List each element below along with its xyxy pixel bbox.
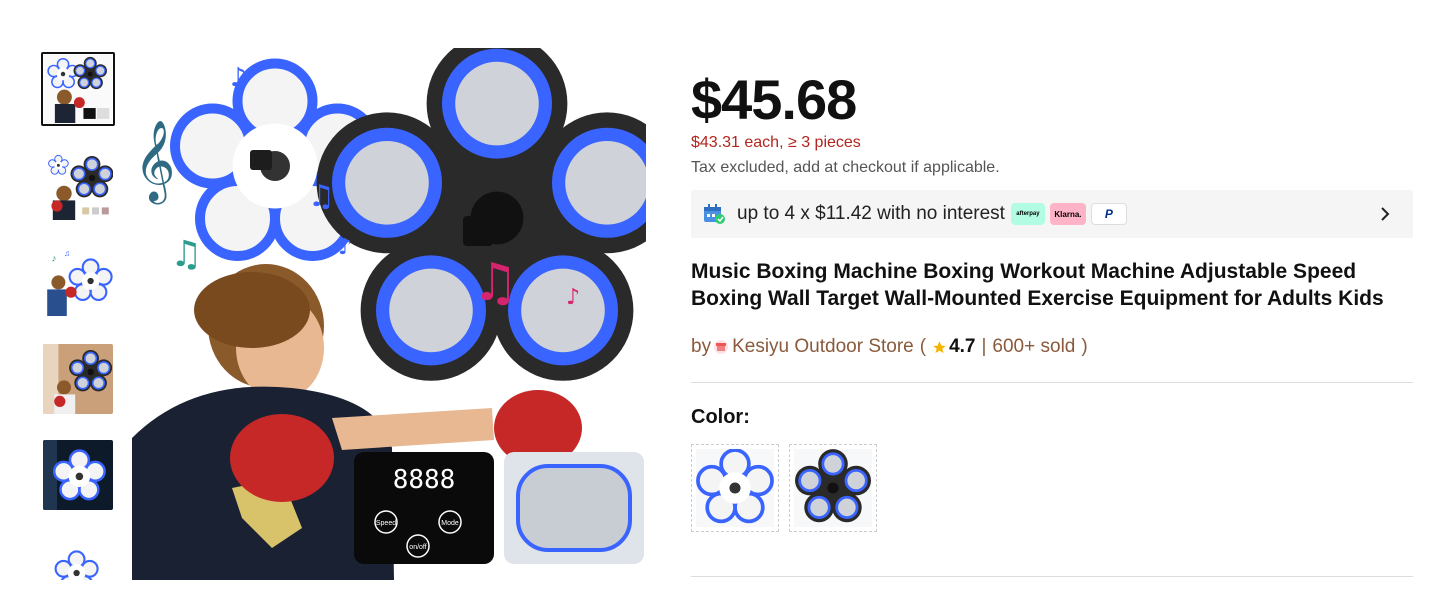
thumbnail-3[interactable]: ♪ ♫ [43,246,113,316]
klarna-logo: Klarna. [1049,203,1086,225]
svg-text:♪: ♪ [338,235,352,260]
rating-value: 4.7 [949,336,976,357]
svg-text:♪: ♪ [51,253,56,264]
installment-text: up to 4 x $11.42 with no interest [737,203,1005,224]
star-icon [933,340,946,353]
svg-text:♫: ♫ [308,179,335,214]
speed-label: Speed [376,520,396,527]
thumbnail-2[interactable] [43,150,113,220]
bulk-price: $43.31 each, ≥ 3 pieces [691,134,861,151]
display-digits: 8888 [393,465,456,495]
color-swatch-black[interactable] [789,444,877,532]
afterpay-logo: afterpay [1010,203,1045,225]
main-product-image[interactable]: 𝄞 ♪ ♫ ♫ ♪ ♫ ♪ 8888 Speed Mode on/off [132,48,646,580]
tax-note: Tax excluded, add at checkout if applica… [691,159,1000,176]
svg-text:♪: ♪ [230,63,247,93]
divider [691,576,1413,577]
by-label: by [691,336,712,357]
svg-text:𝄞: 𝄞 [134,119,175,204]
product-title: Music Boxing Machine Boxing Workout Mach… [691,260,1384,310]
thumbnail-1[interactable] [41,52,115,126]
thumbnail-4[interactable] [43,344,113,414]
store-name-link[interactable]: Kesiyu Outdoor Store [732,336,914,358]
paypal-logo: P [1090,203,1127,225]
store-icon [714,340,729,354]
separator: | [981,336,987,357]
chevron-right-icon [1381,207,1390,221]
seller-line: by Kesiyu Outdoor Store ( 4.7 | 600+ sol… [691,336,1088,358]
installment-banner[interactable]: up to 4 x $11.42 with no interest afterp… [691,190,1413,238]
thumbnail-6[interactable] [43,538,113,580]
svg-text:♪: ♪ [566,285,580,310]
price: $45.68 [691,68,857,131]
divider [691,382,1413,383]
sold-count: 600+ sold [992,336,1076,357]
svg-text:♫: ♫ [64,248,70,258]
thumbnail-5[interactable] [43,440,113,510]
mode-label: Mode [441,520,459,527]
open-paren: ( [919,336,927,357]
thumbnail-strip: ♪ ♫ [40,52,116,580]
close-paren: ) [1081,336,1088,357]
svg-text:♫: ♫ [472,253,519,313]
onoff-label: on/off [409,544,426,551]
calendar-icon [704,204,725,224]
color-swatch-white[interactable] [691,444,779,532]
color-label: Color: [691,406,750,428]
svg-text:♫: ♫ [170,234,202,275]
